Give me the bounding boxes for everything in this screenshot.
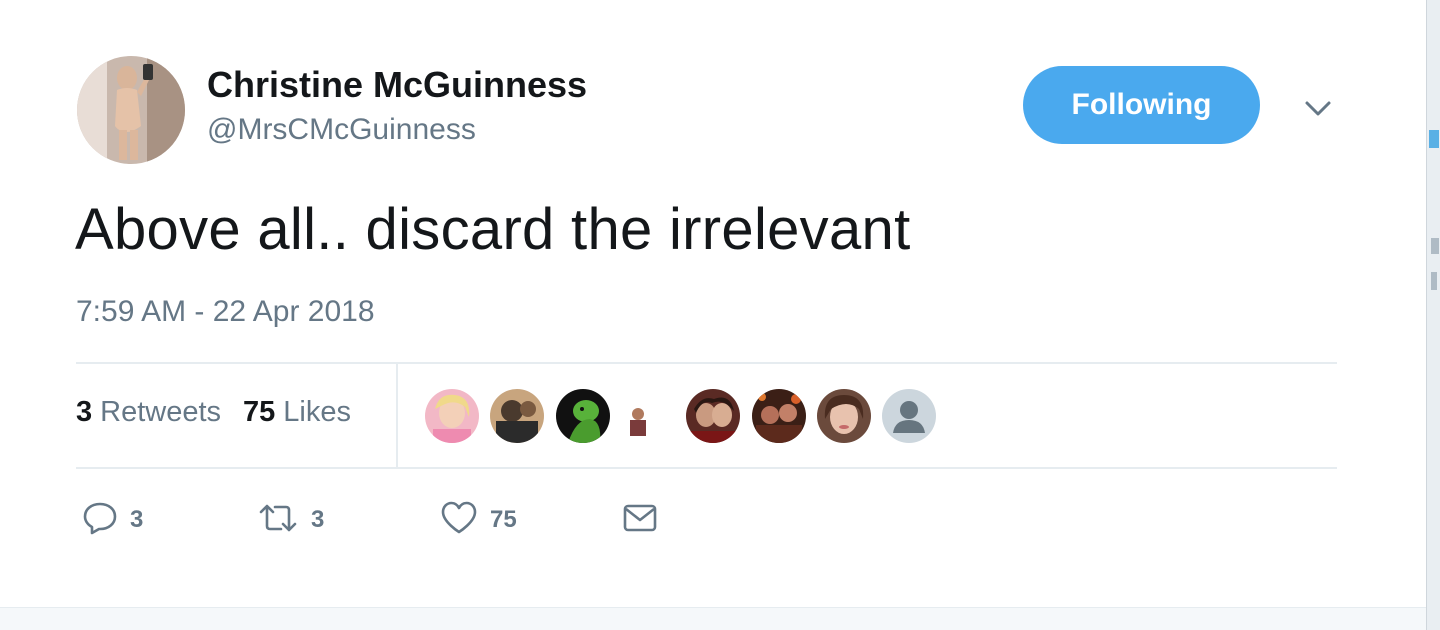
author-handle[interactable]: @MrsCMcGuinness (207, 113, 476, 147)
divider (76, 362, 1337, 364)
adjacent-panel-edge (1426, 0, 1440, 630)
envelope-icon (622, 501, 658, 540)
tweet-page: Christine McGuinness @MrsCMcGuinness Fol… (0, 0, 1440, 630)
stats-divider (396, 364, 398, 468)
retweets-label: Retweets (100, 396, 222, 428)
chevron-down-icon[interactable] (1302, 92, 1334, 124)
following-button[interactable]: Following (1023, 66, 1260, 144)
tweet-timestamp[interactable]: 7:59 AM - 22 Apr 2018 (76, 295, 375, 329)
liker-avatar[interactable] (556, 389, 610, 443)
heart-icon (440, 500, 478, 541)
retweets-count: 3 (76, 396, 93, 428)
reply-icon (82, 500, 118, 541)
liker-avatar[interactable] (686, 389, 740, 443)
retweet-icon (257, 500, 299, 541)
like-count: 75 (490, 506, 517, 533)
author-name[interactable]: Christine McGuinness (207, 64, 587, 106)
likes-label: Likes (283, 396, 351, 428)
retweet-count: 3 (311, 506, 325, 533)
tweet-text: Above all.. discard the irrelevant (75, 197, 911, 262)
liker-avatar[interactable] (490, 389, 544, 443)
reply-button[interactable]: 3 (82, 500, 143, 540)
reply-count: 3 (130, 506, 144, 533)
liker-avatar[interactable] (425, 389, 479, 443)
direct-message-button[interactable] (622, 500, 658, 540)
retweets-stat[interactable]: 3 Retweets (76, 396, 221, 429)
tweet-stats: 3 Retweets 75 Likes (76, 396, 351, 429)
likes-stat[interactable]: 75 Likes (243, 396, 351, 429)
default-avatar-icon[interactable] (882, 389, 936, 443)
like-button[interactable]: 75 (440, 500, 517, 540)
page-footer-edge (0, 607, 1426, 630)
author-avatar[interactable] (77, 56, 185, 164)
tweet-card: Christine McGuinness @MrsCMcGuinness Fol… (0, 0, 1426, 607)
divider (76, 467, 1337, 469)
liker-avatar[interactable] (817, 389, 871, 443)
liker-avatar[interactable] (752, 389, 806, 443)
likes-count: 75 (243, 396, 276, 428)
adjacent-panel-fragments (1429, 130, 1439, 290)
liker-avatar[interactable] (624, 402, 652, 438)
retweet-button[interactable]: 3 (257, 500, 324, 540)
